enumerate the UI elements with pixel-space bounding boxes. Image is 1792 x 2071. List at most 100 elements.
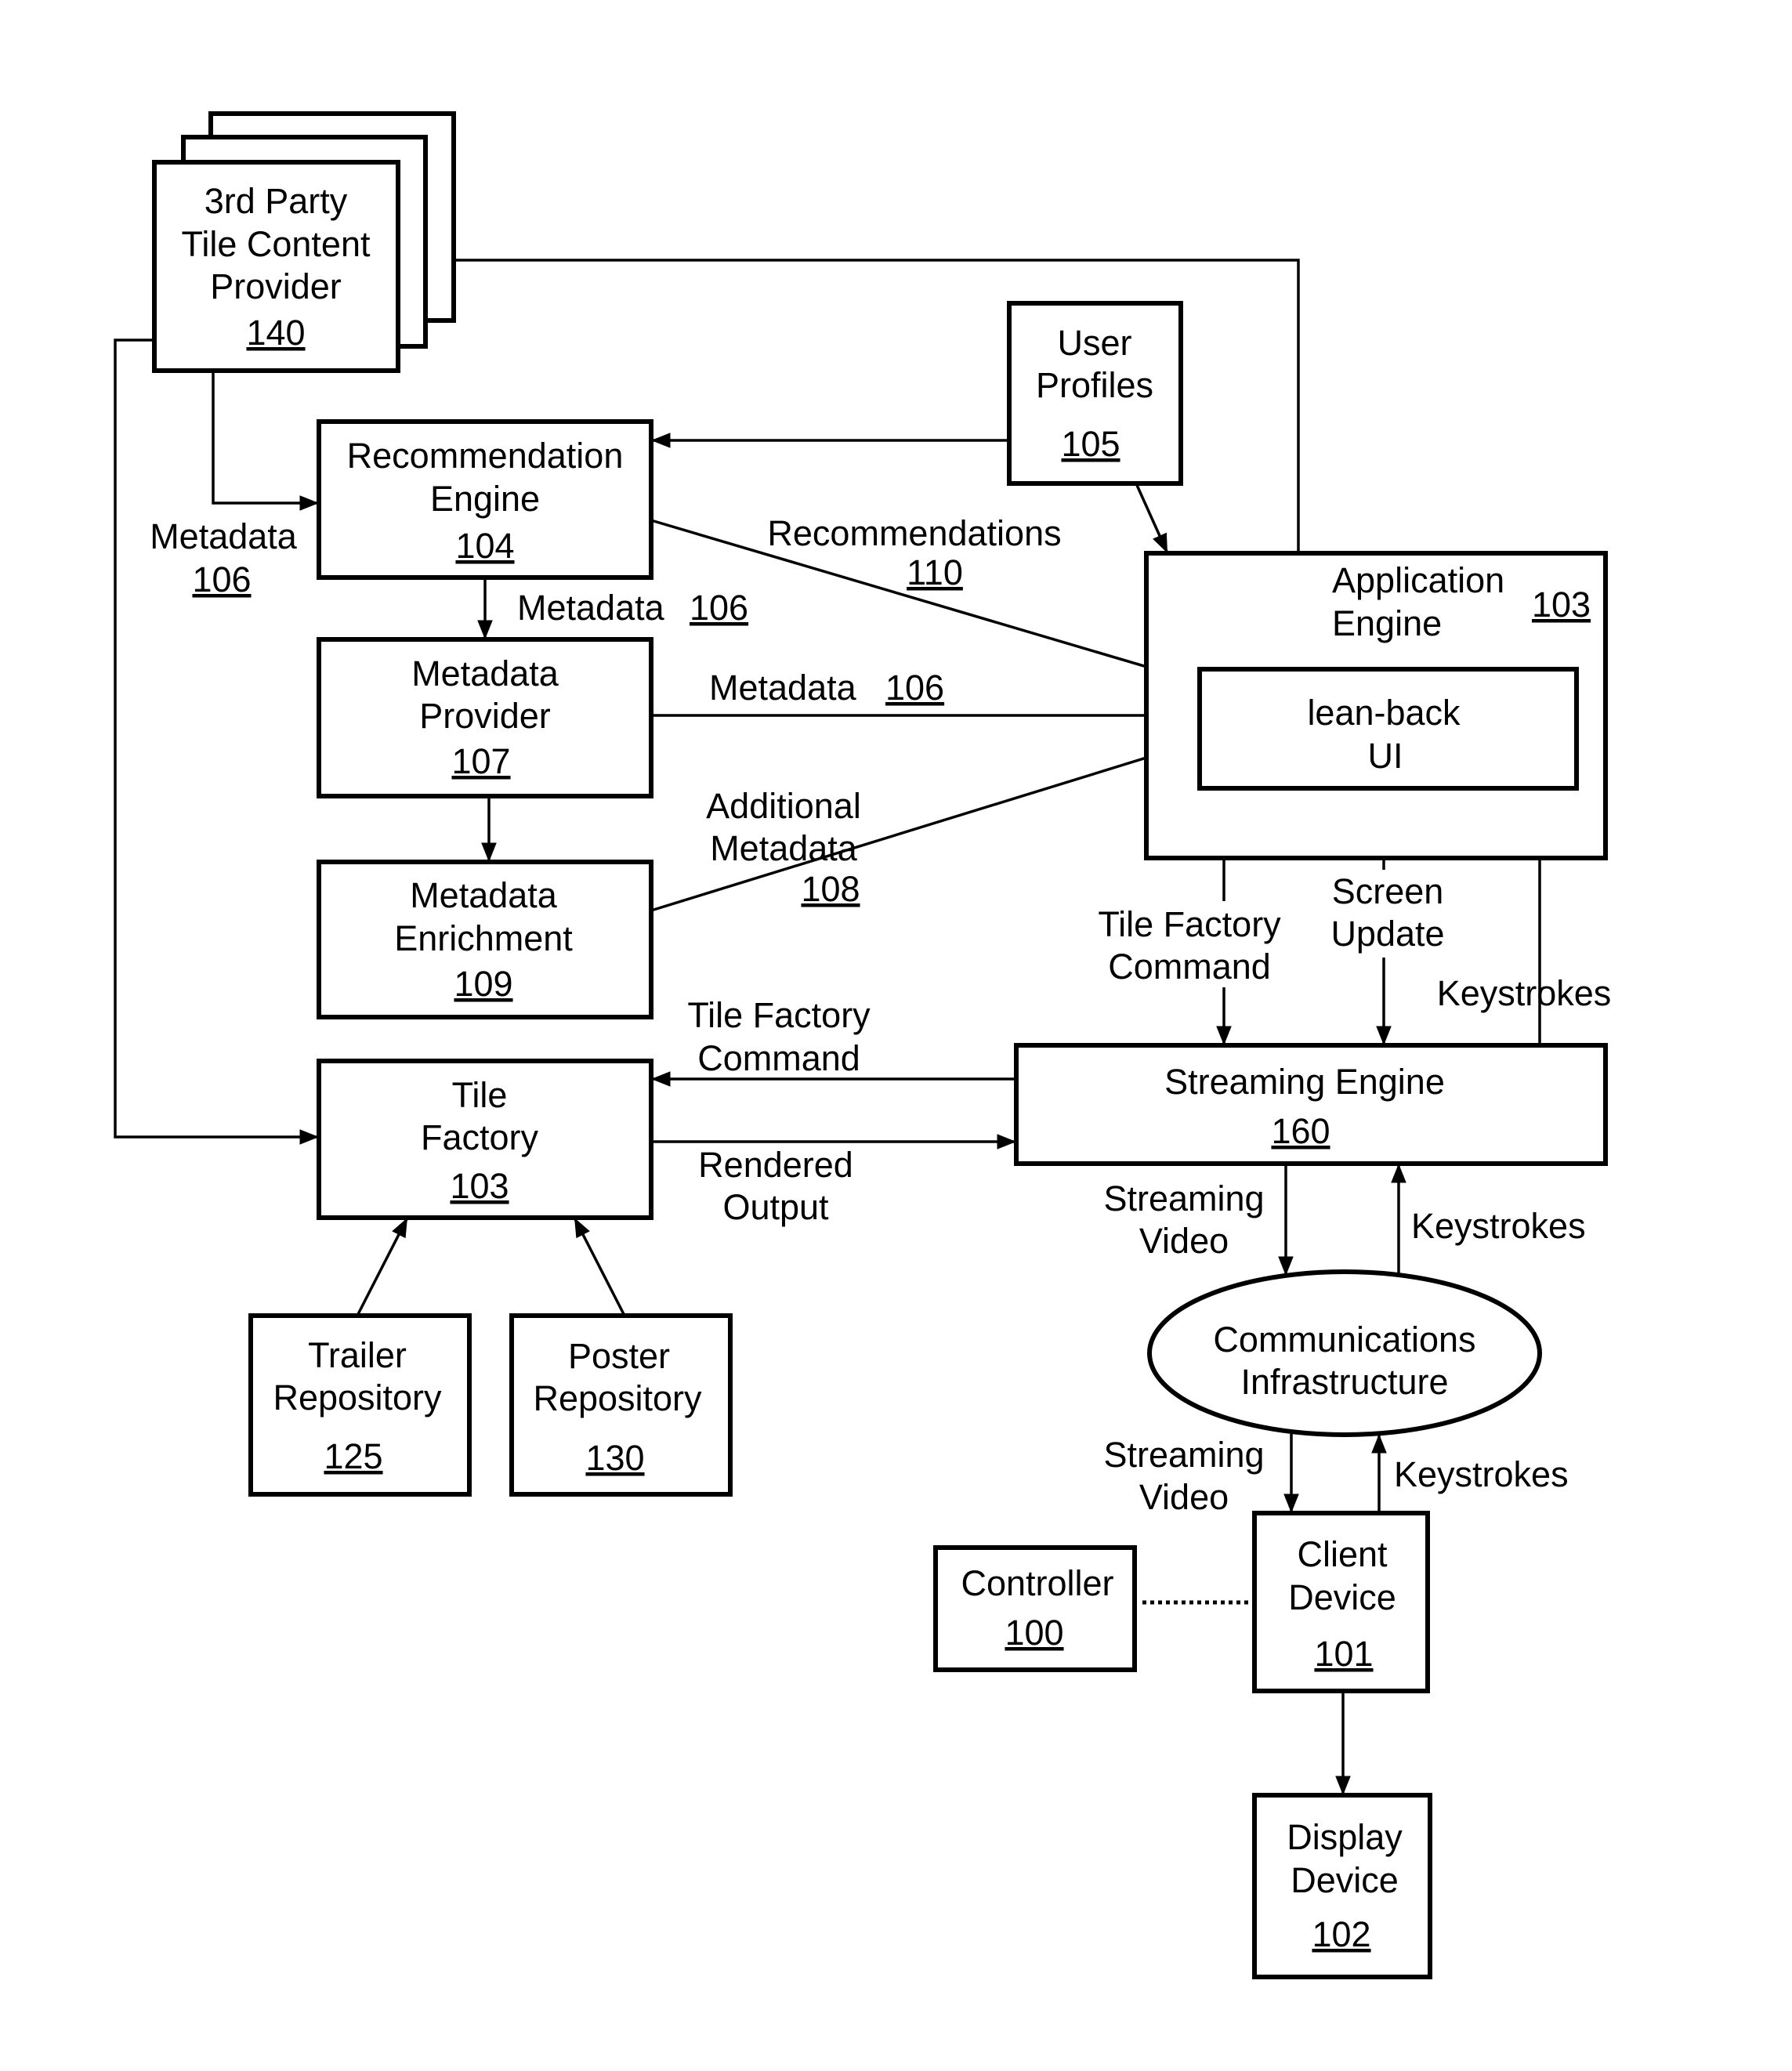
node-tile-factory: Tile Factory 103	[317, 1059, 653, 1220]
node-ref: 103	[1532, 585, 1591, 625]
edge-label: Command	[697, 1038, 860, 1078]
node-label: Repository	[273, 1378, 442, 1417]
node-label: Communications	[1213, 1320, 1475, 1360]
node-controller: Controller 100	[933, 1545, 1137, 1672]
svg-text:Metadata: Metadata	[410, 875, 558, 915]
svg-text:Tile Factory: Tile Factory	[1098, 904, 1281, 944]
svg-text:100: 100	[1005, 1613, 1063, 1653]
node-ref: 104	[455, 526, 514, 566]
node-metadata-provider: Metadata Provider 107	[317, 637, 653, 798]
svg-text:Keystrokes: Keystrokes	[1411, 1206, 1586, 1246]
svg-text:104: 104	[455, 526, 514, 566]
node-label: Application	[1332, 560, 1504, 600]
svg-text:101: 101	[1314, 1634, 1373, 1674]
svg-text:106: 106	[192, 559, 251, 599]
edge-label: Screen	[1332, 871, 1444, 911]
node-label: UI	[1368, 736, 1403, 776]
node-label: Enrichment	[394, 918, 573, 958]
svg-text:Infrastructure: Infrastructure	[1240, 1362, 1448, 1402]
node-label: Streaming Engine	[1164, 1062, 1445, 1102]
node-label: Display	[1287, 1817, 1403, 1857]
svg-text:Keystrokes: Keystrokes	[1437, 973, 1612, 1013]
edge-userprofiles-to-appengine	[1135, 483, 1169, 554]
svg-text:Client: Client	[1297, 1534, 1388, 1574]
svg-text:Command: Command	[697, 1038, 860, 1078]
svg-text:Recommendation: Recommendation	[347, 436, 624, 476]
edge-label-ref: 106	[192, 559, 251, 599]
node-trailer-repository: Trailer Repository 125	[248, 1313, 472, 1497]
svg-text:Profiles: Profiles	[1036, 365, 1153, 405]
svg-text:Metadata: Metadata	[150, 516, 298, 556]
svg-text:Streaming: Streaming	[1103, 1179, 1264, 1218]
svg-text:Controller: Controller	[961, 1563, 1113, 1603]
edge-label: Keystrokes	[1437, 973, 1612, 1013]
edge-label: Metadata	[709, 668, 857, 708]
node-label: Factory	[421, 1117, 539, 1157]
svg-text:Keystrokes: Keystrokes	[1394, 1454, 1569, 1494]
edge-label: Metadata	[517, 588, 665, 628]
edge-label: Streaming	[1103, 1179, 1264, 1218]
svg-text:Trailer: Trailer	[308, 1335, 407, 1375]
svg-text:Metadata: Metadata	[709, 668, 857, 708]
svg-text:160: 160	[1271, 1111, 1330, 1151]
system-diagram: 3rd Party Tile Content Provider 140 Reco…	[114, 111, 1612, 1979]
node-third-party-provider: 3rd Party Tile Content Provider 140	[152, 111, 456, 373]
node-streaming-engine: Streaming Engine 160	[1014, 1043, 1608, 1166]
node-metadata-enrichment: Metadata Enrichment 109	[317, 860, 653, 1019]
svg-text:Provider: Provider	[419, 696, 551, 736]
edge-label: Tile Factory	[687, 995, 871, 1035]
edge-label-ref: 110	[907, 552, 963, 592]
edge-label: Keystrokes	[1411, 1206, 1586, 1246]
svg-text:Communications: Communications	[1213, 1320, 1475, 1360]
edge-label: Tile Factory	[1098, 904, 1281, 944]
edge-label: Update	[1330, 914, 1444, 954]
edge-label: Additional	[706, 786, 861, 826]
svg-text:Repository: Repository	[533, 1378, 702, 1418]
svg-text:Streaming Engine: Streaming Engine	[1164, 1062, 1445, 1102]
node-label: Engine	[1332, 603, 1442, 643]
svg-text:3rd Party: 3rd Party	[205, 181, 348, 221]
svg-text:107: 107	[451, 741, 510, 781]
svg-text:Engine: Engine	[1332, 603, 1442, 643]
edge-thirdparty-to-tilefactory	[114, 339, 319, 1145]
edge-label: Metadata	[710, 828, 858, 868]
svg-text:Application: Application	[1332, 560, 1504, 600]
node-label: Trailer	[308, 1335, 407, 1375]
node-ref: 130	[585, 1438, 644, 1478]
svg-text:Streaming: Streaming	[1103, 1435, 1264, 1475]
svg-text:110: 110	[907, 552, 963, 592]
svg-text:Device: Device	[1291, 1860, 1399, 1900]
svg-text:109: 109	[454, 964, 512, 1004]
node-label: 3rd Party	[205, 181, 348, 221]
node-ref: 100	[1005, 1613, 1063, 1653]
svg-text:Command: Command	[1108, 947, 1271, 987]
node-lean-back-ui: lean-back UI	[1197, 667, 1579, 791]
node-ref: 107	[451, 741, 510, 781]
node-label: Metadata	[410, 875, 558, 915]
svg-text:Recommendations: Recommendations	[767, 513, 1061, 553]
svg-text:User: User	[1057, 323, 1131, 363]
node-label: Metadata	[411, 654, 559, 693]
svg-text:106: 106	[690, 588, 748, 628]
node-poster-repository: Poster Repository 130	[509, 1313, 733, 1497]
svg-text:106: 106	[885, 668, 944, 708]
svg-text:125: 125	[324, 1436, 382, 1476]
svg-text:Tile: Tile	[452, 1075, 508, 1115]
svg-text:130: 130	[585, 1438, 644, 1478]
node-label: Provider	[210, 266, 342, 306]
svg-text:103: 103	[450, 1166, 509, 1206]
svg-text:Provider: Provider	[210, 266, 342, 306]
svg-text:UI: UI	[1368, 736, 1403, 776]
node-client-device: Client Device 101	[1252, 1511, 1430, 1693]
edge-label: Metadata	[150, 516, 298, 556]
svg-text:Poster: Poster	[568, 1336, 670, 1376]
edge-poster-to-tilefactory	[573, 1217, 626, 1316]
node-user-profiles: User Profiles 105	[1007, 301, 1183, 486]
svg-text:Factory: Factory	[421, 1117, 539, 1157]
node-label: Client	[1297, 1534, 1388, 1574]
svg-text:Rendered: Rendered	[698, 1145, 853, 1185]
edge-enrichment-to-ui	[650, 739, 1200, 912]
svg-text:Engine: Engine	[430, 479, 540, 519]
node-label: Repository	[533, 1378, 702, 1418]
node-communications-infrastructure: Communications Infrastructure	[1147, 1269, 1542, 1437]
